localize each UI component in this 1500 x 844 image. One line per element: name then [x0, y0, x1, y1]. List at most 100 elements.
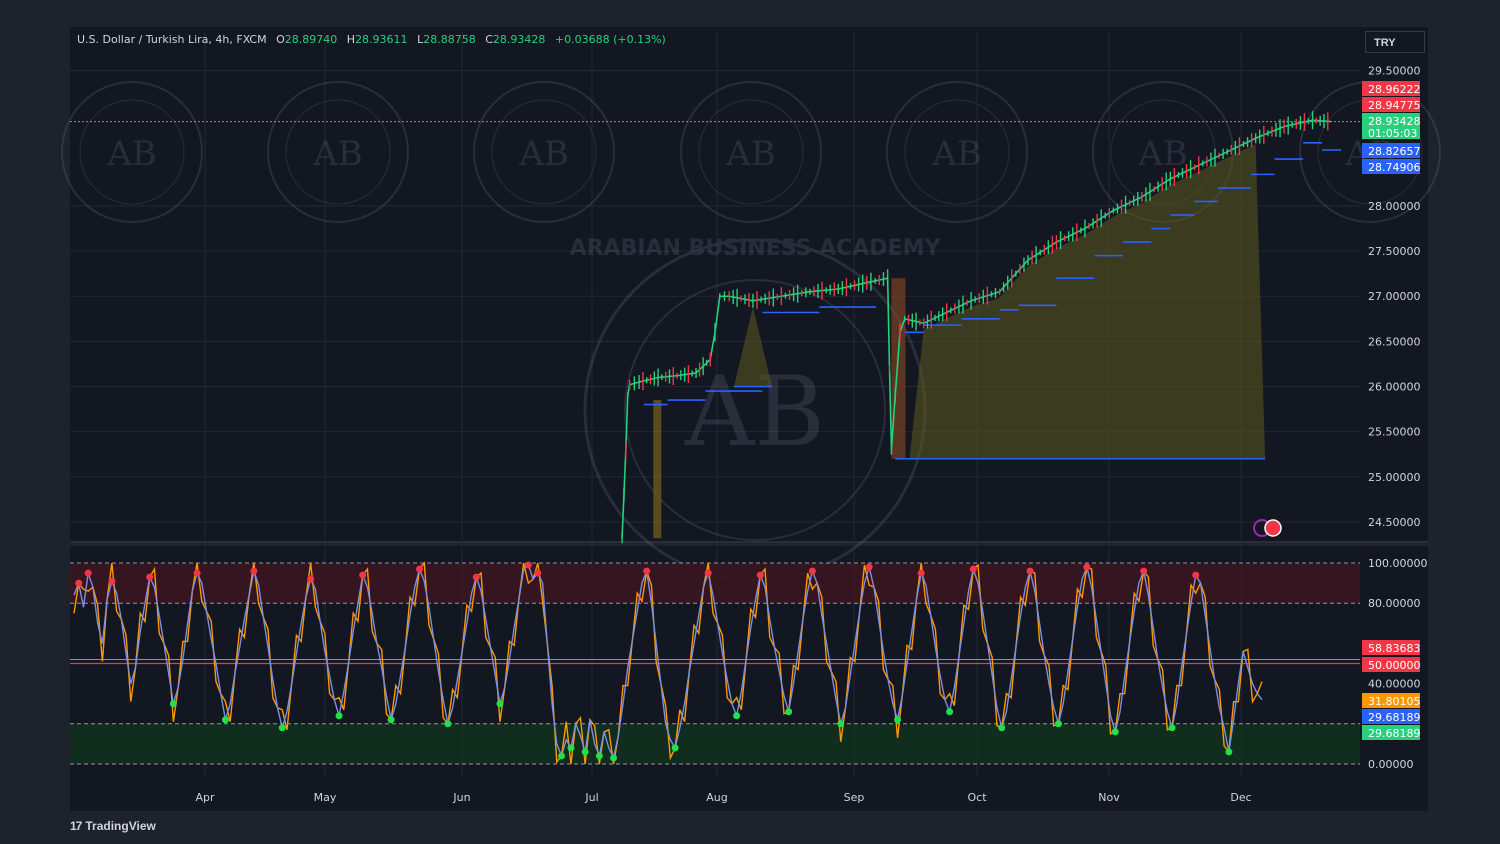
chart-canvas[interactable]: ABABABABABABABABARABIAN BUSINESS ACADEMY… [0, 0, 1500, 844]
chart-stage: ABABABABABABABABARABIAN BUSINESS ACADEMY… [0, 0, 1500, 844]
osc-peak-dot [534, 569, 542, 577]
price-axis-tick-2: 25.50000 [1368, 426, 1421, 439]
osc-peak-dot [704, 569, 712, 577]
osc-tag-4: 29.68189 [1368, 727, 1421, 740]
osc-peak-dot [307, 575, 315, 583]
osc-trough-dot [998, 724, 1006, 732]
price-tag-0: 28.96222 [1368, 83, 1421, 96]
osc-trough-dot [610, 754, 618, 762]
price-axis-tick-4: 26.50000 [1368, 335, 1421, 348]
price-axis-tick-7: 28.00000 [1368, 200, 1421, 213]
watermark-letters: AB [518, 134, 569, 174]
watermark-letters: AB [931, 134, 982, 174]
price-axis-tick-8: 29.50000 [1368, 65, 1421, 78]
osc-peak-dot [808, 567, 816, 575]
oversold-band [70, 723, 1360, 764]
osc-trough-dot [221, 716, 229, 724]
open-value: 28.89740 [284, 33, 338, 46]
osc-axis-tick-1: 40.00000 [1368, 678, 1421, 691]
x-axis-tick-1: May [314, 791, 337, 804]
osc-peak-dot [865, 563, 873, 571]
osc-trough-dot [671, 744, 679, 752]
countdown-tag: 01:05:03 [1368, 127, 1417, 140]
osc-peak-dot [108, 577, 116, 585]
high-value: 28.93611 [355, 33, 408, 46]
osc-tag-3: 29.68189 [1368, 711, 1421, 724]
orange-volume-bar [653, 400, 662, 539]
x-axis-tick-7: Nov [1098, 791, 1120, 804]
osc-trough-dot [169, 700, 177, 708]
us-flag-icon [1264, 519, 1282, 537]
osc-trough-dot [1054, 720, 1062, 728]
osc-trough-dot [335, 712, 343, 720]
osc-trough-dot [1111, 728, 1119, 736]
price-tag-4: 28.74906 [1368, 161, 1421, 174]
osc-peak-dot [416, 565, 424, 573]
low-value: 28.88758 [423, 33, 476, 46]
change-value: +0.03688 (+0.13%) [554, 33, 666, 46]
osc-axis-tick-2: 80.00000 [1368, 597, 1421, 610]
watermark-letters: AB [1137, 134, 1188, 174]
price-axis-tick-5: 27.00000 [1368, 290, 1421, 303]
watermark-letters: AB [106, 134, 157, 174]
close-value: 28.93428 [492, 33, 546, 46]
x-axis-tick-8: Dec [1230, 791, 1251, 804]
osc-axis-tick-3: 100.00000 [1368, 557, 1428, 570]
osc-peak-dot [524, 561, 532, 569]
x-axis-tick-5: Sep [844, 791, 865, 804]
osc-trough-dot [567, 744, 575, 752]
osc-peak-dot [84, 569, 92, 577]
price-tag-1: 28.94775 [1368, 99, 1421, 112]
osc-peak-dot [146, 573, 154, 581]
osc-peak-dot [359, 571, 367, 579]
x-axis-tick-2: Jun [452, 791, 470, 804]
osc-peak-dot [917, 569, 925, 577]
price-tag-3: 28.82657 [1368, 145, 1421, 158]
tradingview-brand[interactable]: 17 TradingView [70, 819, 156, 833]
osc-trough-dot [894, 716, 902, 724]
osc-trough-dot [581, 748, 589, 756]
drop-highlight-bar [891, 278, 906, 459]
osc-trough-dot [1225, 748, 1233, 756]
watermark-letters: AB [312, 134, 363, 174]
osc-trough-dot [785, 708, 793, 716]
currency-button[interactable]: TRY [1365, 31, 1425, 53]
osc-trough-dot [595, 752, 603, 760]
tradingview-logo-icon: 17 [70, 819, 82, 833]
osc-trough-dot [946, 708, 954, 716]
osc-peak-dot [472, 573, 480, 581]
osc-peak-dot [75, 579, 83, 587]
osc-tag-2: 31.80105 [1368, 695, 1421, 708]
close-label: C [485, 33, 493, 46]
osc-trough-dot [1168, 724, 1176, 732]
x-axis-tick-6: Oct [967, 791, 987, 804]
x-axis-tick-0: Apr [195, 791, 215, 804]
osc-peak-dot [969, 565, 977, 573]
price-axis-tick-1: 25.00000 [1368, 471, 1421, 484]
osc-tag-0: 58.83683 [1368, 642, 1421, 655]
osc-trough-dot [278, 724, 286, 732]
osc-peak-dot [250, 567, 258, 575]
osc-tag-1: 50.00000 [1368, 659, 1421, 672]
tradingview-brand-name: TradingView [85, 819, 156, 833]
watermark-ring-text: ARABIAN BUSINESS ACADEMY [570, 236, 942, 261]
osc-peak-dot [643, 567, 651, 575]
x-axis-tick-4: Aug [706, 791, 727, 804]
osc-peak-dot [193, 569, 201, 577]
high-label: H [346, 33, 356, 46]
osc-trough-dot [733, 712, 741, 720]
watermark-letters: AB [725, 134, 776, 174]
osc-peak-dot [1140, 567, 1148, 575]
osc-axis-tick-0: 0.00000 [1368, 758, 1414, 771]
price-axis-tick-0: 24.50000 [1368, 516, 1421, 529]
osc-trough-dot [387, 716, 395, 724]
overbought-band [70, 563, 1360, 604]
price-axis-tick-6: 27.50000 [1368, 245, 1421, 258]
symbol-header: U.S. Dollar / Turkish Lira, 4h, FXCM O28… [77, 33, 666, 46]
symbol-title[interactable]: U.S. Dollar / Turkish Lira, 4h, FXCM [77, 33, 267, 46]
open-label: O [276, 33, 285, 46]
price-axis-tick-3: 26.00000 [1368, 381, 1421, 394]
osc-trough-dot [558, 752, 566, 760]
osc-trough-dot [444, 720, 452, 728]
osc-peak-dot [1026, 567, 1034, 575]
